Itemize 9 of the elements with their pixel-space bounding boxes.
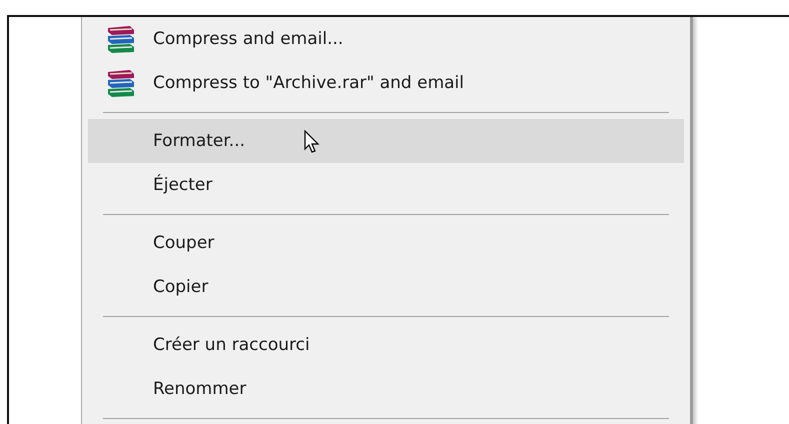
menu-item[interactable]: Copier — [88, 265, 684, 309]
menu-item[interactable]: Éjecter — [88, 163, 684, 207]
menu-item[interactable]: Compress to "Archive.rar" and email — [88, 61, 684, 105]
menu-item[interactable]: Formater... — [88, 119, 684, 163]
menu-item[interactable]: Créer un raccourci — [88, 323, 684, 367]
menu-item[interactable]: Couper — [88, 221, 684, 265]
mouse-cursor-icon — [304, 130, 320, 154]
menu-item[interactable]: Compress and email... — [88, 17, 684, 61]
menu-item[interactable]: Renommer — [88, 367, 684, 411]
